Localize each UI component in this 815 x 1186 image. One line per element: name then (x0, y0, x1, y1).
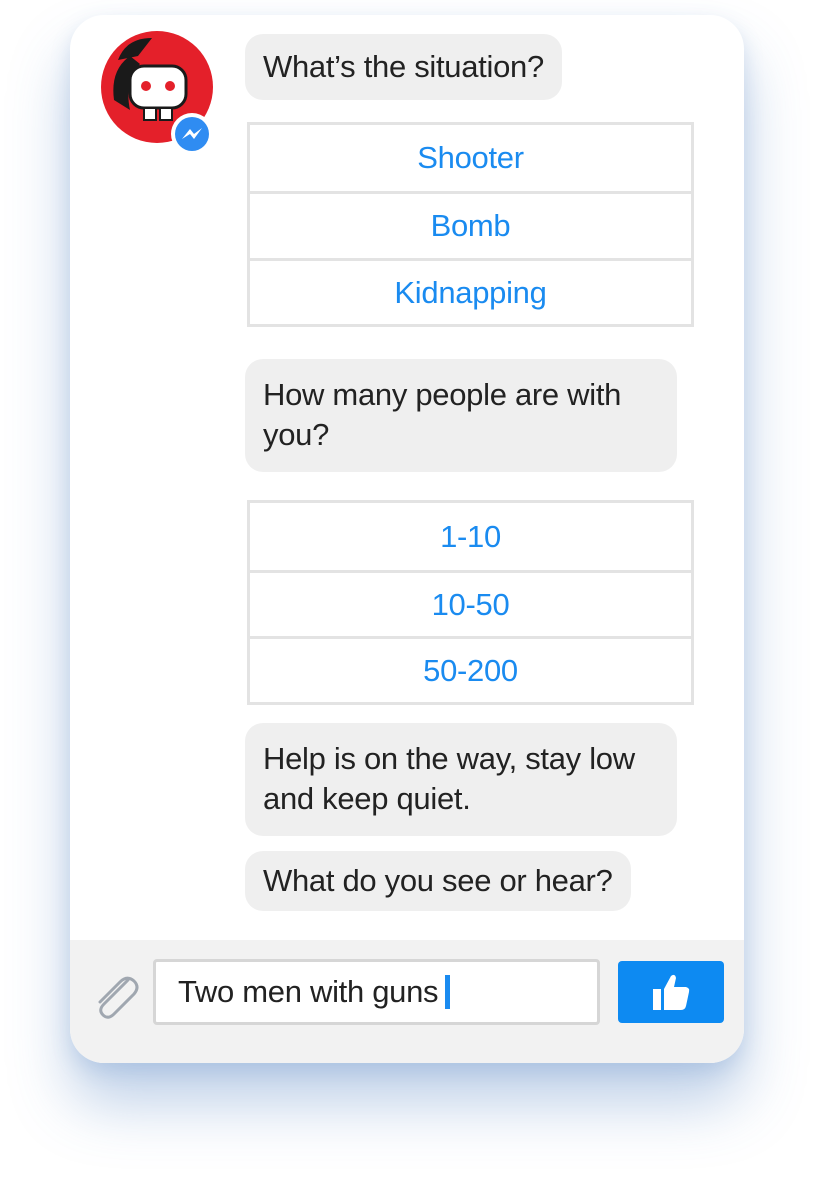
bot-message: What do you see or hear? (245, 851, 631, 911)
quick-reply-list: Shooter Bomb Kidnapping (247, 122, 694, 327)
bot-message-text: What do you see or hear? (263, 863, 613, 898)
send-like-button[interactable] (618, 961, 724, 1023)
messenger-chat-window: What’s the situation? Shooter Bomb Kidna… (70, 15, 744, 1063)
thumbs-up-icon (653, 974, 690, 1010)
quick-reply-50-200[interactable]: 50-200 (250, 639, 691, 702)
quick-reply-10-50[interactable]: 10-50 (250, 573, 691, 639)
bot-avatar-icon (100, 30, 214, 156)
bot-message: Help is on the way, stay low and keep qu… (245, 723, 677, 836)
paperclip-icon[interactable] (90, 970, 140, 1020)
quick-reply-kidnapping[interactable]: Kidnapping (250, 261, 691, 324)
bot-message: How many people are with you? (245, 359, 677, 472)
bot-message-text: Help is on the way, stay low and keep qu… (263, 741, 635, 816)
quick-reply-list: 1-10 10-50 50-200 (247, 500, 694, 705)
message-composer: Two men with guns (70, 940, 744, 1063)
bot-message: What’s the situation? (245, 34, 562, 100)
quick-reply-1-10[interactable]: 1-10 (250, 503, 691, 573)
quick-reply-shooter[interactable]: Shooter (250, 125, 691, 194)
text-cursor (445, 975, 451, 1009)
message-input[interactable]: Two men with guns (153, 959, 600, 1025)
bot-message-text: What’s the situation? (263, 49, 544, 84)
message-input-value: Two men with guns (178, 974, 439, 1009)
quick-reply-bomb[interactable]: Bomb (250, 194, 691, 261)
bot-message-text: How many people are with you? (263, 377, 622, 452)
